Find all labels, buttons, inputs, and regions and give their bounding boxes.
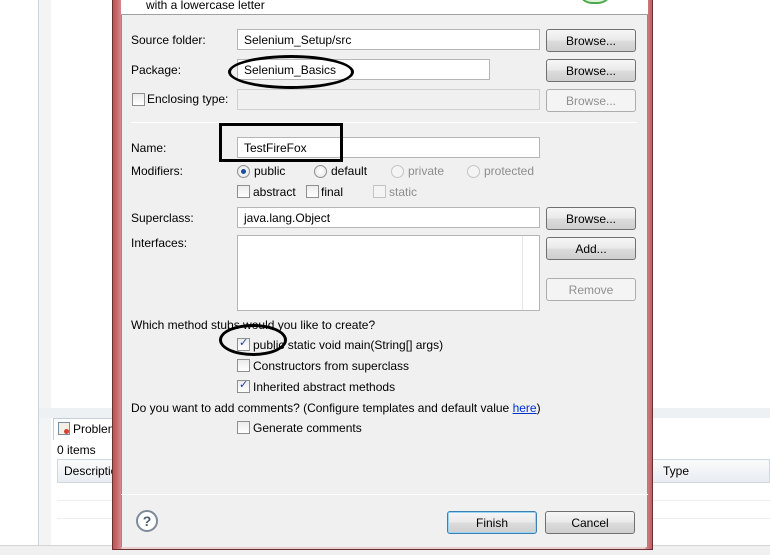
modifier-abstract-label: abstract <box>253 185 296 199</box>
inherited-methods-checkbox[interactable] <box>237 378 250 393</box>
constructors-checkbox[interactable] <box>237 359 250 372</box>
package-browse-button[interactable]: Browse... <box>546 59 636 82</box>
problems-items-count: 0 items <box>57 443 96 457</box>
add-interface-button[interactable]: Add... <box>546 237 636 260</box>
remove-interface-button[interactable]: Remove <box>546 278 636 301</box>
package-label: Package: <box>131 63 182 77</box>
modifier-default-radio[interactable] <box>314 165 327 178</box>
finish-button[interactable]: Finish <box>447 511 537 534</box>
superclass-browse-button[interactable]: Browse... <box>546 207 636 230</box>
inherited-methods-label: Inherited abstract methods <box>253 380 396 394</box>
package-input[interactable]: Selenium_Basics <box>237 59 490 80</box>
modifier-final-label: final <box>321 185 344 199</box>
interfaces-label: Interfaces: <box>131 236 188 250</box>
separator <box>131 122 637 123</box>
main-method-label: public static void main(String[] args) <box>253 338 444 352</box>
editor-gutter <box>39 0 51 555</box>
problems-icon <box>58 422 70 435</box>
source-folder-browse-button[interactable]: Browse... <box>546 29 636 52</box>
constructors-label: Constructors from superclass <box>253 359 410 373</box>
configure-templates-link[interactable]: here <box>513 401 537 415</box>
comments-question: Do you want to add comments? (Configure … <box>131 401 541 415</box>
name-label: Name: <box>131 141 167 155</box>
cancel-button[interactable]: Cancel <box>545 511 635 534</box>
generate-comments-checkbox[interactable] <box>237 421 250 434</box>
help-icon[interactable]: ? <box>136 510 158 532</box>
column-header-type[interactable]: Type <box>663 464 689 478</box>
superclass-input[interactable]: java.lang.Object <box>237 207 540 228</box>
class-name-input[interactable]: TestFireFox <box>237 137 540 158</box>
modifier-final-checkbox[interactable] <box>306 185 319 198</box>
superclass-label: Superclass: <box>131 211 194 225</box>
column-header-description[interactable]: Descriptio <box>64 464 117 478</box>
comments-question-text: Do you want to add comments? (Configure … <box>131 401 513 415</box>
modifiers-label: Modifiers: <box>131 164 184 178</box>
modifier-static-checkbox[interactable] <box>373 185 386 198</box>
source-folder-label: Source folder: <box>131 33 206 47</box>
source-folder-input[interactable]: Selenium_Setup/src <box>237 29 540 50</box>
footer-separator <box>121 494 648 495</box>
interfaces-scrollbar[interactable] <box>522 236 539 310</box>
enclosing-type-browse-button[interactable]: Browse... <box>546 89 636 112</box>
modifier-private-label: private <box>408 164 445 178</box>
modifier-static-label: static <box>389 185 418 199</box>
enclosing-type-label: Enclosing type: <box>147 92 229 106</box>
enclosing-type-checkbox[interactable] <box>132 93 145 106</box>
generate-comments-label: Generate comments <box>253 421 362 435</box>
interfaces-list[interactable] <box>237 235 540 311</box>
modifier-public-label: public <box>254 164 286 178</box>
method-stubs-question: Which method stubs would you like to cre… <box>131 318 376 332</box>
modifier-abstract-checkbox[interactable] <box>237 185 250 198</box>
modifier-protected-label: protected <box>484 164 535 178</box>
modifier-default-label: default <box>331 164 368 178</box>
enclosing-type-input[interactable] <box>237 89 540 110</box>
view-border <box>38 0 39 555</box>
modifier-public-radio[interactable] <box>237 165 250 178</box>
tab-problems-label: Problen <box>73 422 115 436</box>
modifier-private-radio[interactable] <box>391 165 404 178</box>
header-message: with a lowercase letter <box>146 0 265 12</box>
modifier-protected-radio[interactable] <box>467 165 480 178</box>
comments-question-suffix: ) <box>536 401 541 415</box>
main-method-checkbox[interactable] <box>237 336 250 351</box>
